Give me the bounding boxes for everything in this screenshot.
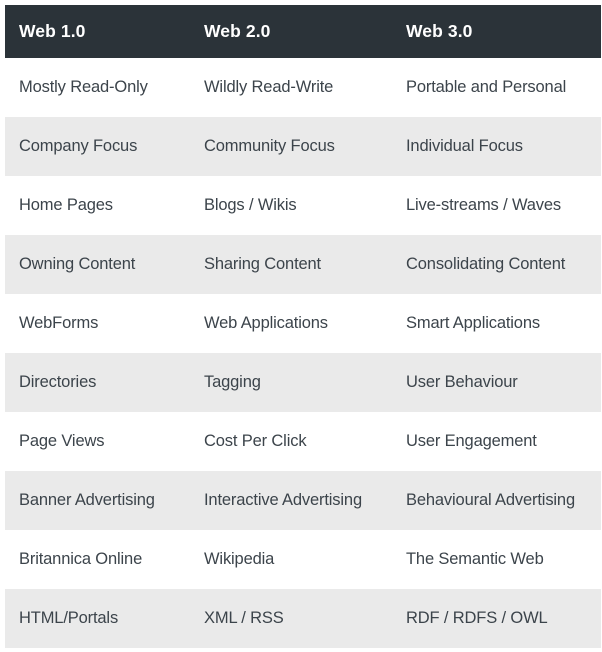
table-cell: Live-streams / Waves <box>406 196 562 214</box>
column-header-web-3: Web 3.0 <box>392 5 601 58</box>
table-row: Company Focus Community Focus Individual… <box>5 117 601 176</box>
table-cell: Britannica Online <box>19 550 143 568</box>
comparison-table-container: Web 1.0 Web 2.0 Web 3.0 Mostly Read-Only… <box>0 0 602 652</box>
table-cell: Page Views <box>19 432 105 450</box>
table-cell: Owning Content <box>19 255 136 273</box>
table-cell: Mostly Read-Only <box>19 78 148 96</box>
table-row: Page Views Cost Per Click User Engagemen… <box>5 412 601 471</box>
table-cell: Wikipedia <box>204 550 275 568</box>
table-cell: Blogs / Wikis <box>204 196 297 214</box>
table-cell: Wildly Read-Write <box>204 78 334 96</box>
table-header-row: Web 1.0 Web 2.0 Web 3.0 <box>5 5 601 58</box>
table-row: Directories Tagging User Behaviour <box>5 353 601 412</box>
table-cell: Interactive Advertising <box>204 491 362 509</box>
table-row: Mostly Read-Only Wildly Read-Write Porta… <box>5 58 601 117</box>
table-cell: HTML/Portals <box>19 609 119 627</box>
table-cell: Individual Focus <box>406 137 523 155</box>
table-cell: WebForms <box>19 314 99 332</box>
table-cell: User Behaviour <box>406 373 518 391</box>
table-cell: RDF / RDFS / OWL <box>406 609 548 627</box>
table-cell: Company Focus <box>19 137 138 155</box>
table-cell: Banner Advertising <box>19 491 155 509</box>
table-row: WebForms Web Applications Smart Applicat… <box>5 294 601 353</box>
table-cell: Behavioural Advertising <box>406 491 575 509</box>
table-cell: Cost Per Click <box>204 432 307 450</box>
table-cell: The Semantic Web <box>406 550 544 568</box>
table-head: Web 1.0 Web 2.0 Web 3.0 <box>5 5 601 58</box>
table-row: Owning Content Sharing Content Consolida… <box>5 235 601 294</box>
table-body: Mostly Read-Only Wildly Read-Write Porta… <box>5 58 601 648</box>
table-cell: Sharing Content <box>204 255 321 273</box>
table-cell: XML / RSS <box>204 609 284 627</box>
table-cell: Smart Applications <box>406 314 540 332</box>
table-cell: User Engagement <box>406 432 537 450</box>
table-cell: Consolidating Content <box>406 255 566 273</box>
table-row: HTML/Portals XML / RSS RDF / RDFS / OWL <box>5 589 601 648</box>
table-cell: Directories <box>19 373 97 391</box>
web-evolution-comparison-table: Web 1.0 Web 2.0 Web 3.0 Mostly Read-Only… <box>5 5 601 648</box>
table-cell: Portable and Personal <box>406 78 567 96</box>
table-cell: Web Applications <box>204 314 328 332</box>
table-cell: Community Focus <box>204 137 335 155</box>
table-cell: Tagging <box>204 373 261 391</box>
table-cell: Home Pages <box>19 196 113 214</box>
column-header-web-2: Web 2.0 <box>190 5 392 58</box>
table-row: Banner Advertising Interactive Advertisi… <box>5 471 601 530</box>
table-row: Home Pages Blogs / Wikis Live-streams / … <box>5 176 601 235</box>
table-row: Britannica Online Wikipedia The Semantic… <box>5 530 601 589</box>
column-header-web-1: Web 1.0 <box>5 5 190 58</box>
